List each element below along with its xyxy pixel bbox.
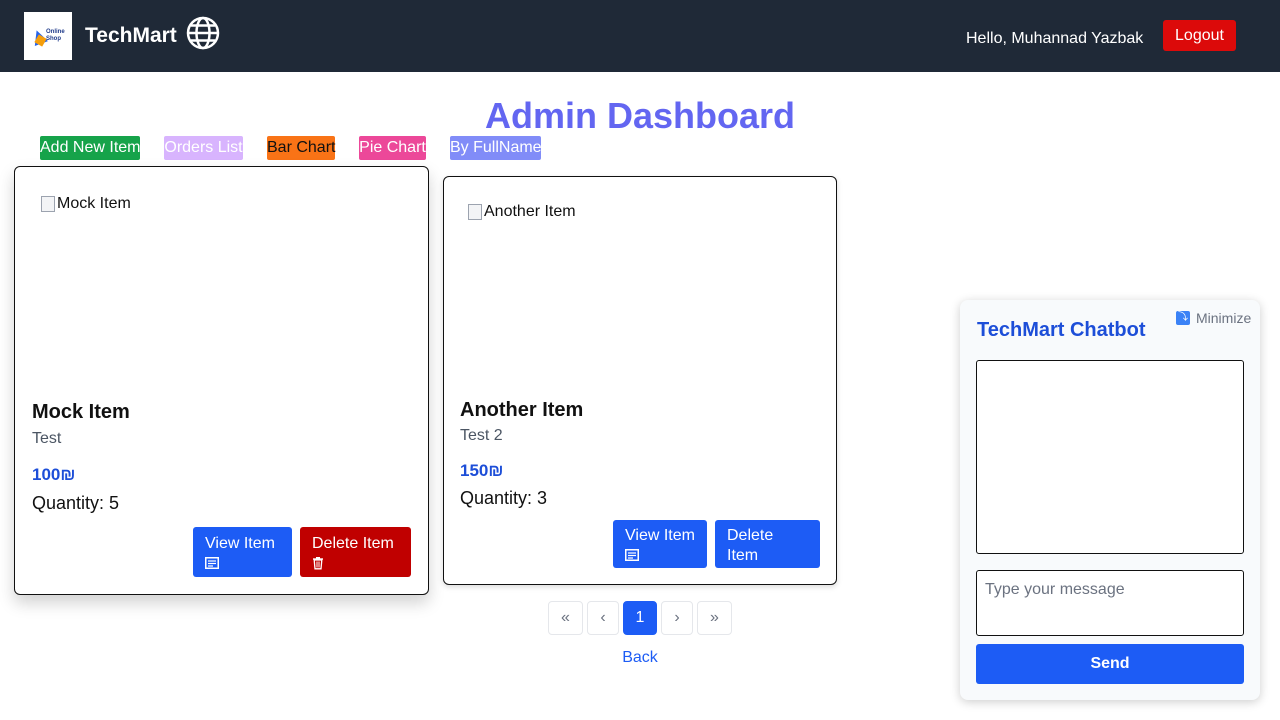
chatbot-panel: ⤵ Minimize TechMart Chatbot Send	[960, 300, 1260, 700]
shop-logo[interactable]: Online Shop	[24, 12, 72, 60]
pagination-next[interactable]: ›	[661, 601, 693, 635]
bar-chart-button[interactable]: Bar Chart	[267, 136, 335, 160]
item-description: Test	[32, 430, 62, 447]
view-item-button[interactable]: View Item	[613, 520, 707, 568]
item-image-alt: Another Item	[484, 203, 576, 220]
chat-message-input[interactable]	[976, 570, 1244, 636]
pie-chart-button[interactable]: Pie Chart	[359, 136, 426, 160]
globe-icon[interactable]	[186, 16, 220, 50]
delete-item-button[interactable]: Delete Item	[300, 527, 411, 577]
item-name: Another Item	[460, 399, 584, 421]
item-image-alt: Mock Item	[57, 195, 131, 212]
item-image: Another Item	[468, 203, 576, 221]
item-price: 100₪	[32, 465, 76, 484]
item-quantity: Quantity: 3	[460, 488, 548, 508]
minimize-icon: ⤵	[1176, 311, 1190, 325]
delete-item-label: Delete Item	[312, 535, 394, 552]
item-card: Another Item Another Item Test 2 150₪ Qu…	[443, 176, 837, 585]
brand-name[interactable]: TechMart	[85, 24, 177, 48]
logout-button[interactable]: Logout	[1163, 20, 1236, 51]
item-name: Mock Item	[32, 401, 130, 423]
broken-image-icon	[41, 196, 55, 212]
broken-image-icon	[468, 204, 482, 220]
view-item-button[interactable]: View Item	[193, 527, 292, 577]
item-price: 150₪	[460, 461, 504, 480]
send-button[interactable]: Send	[976, 644, 1244, 684]
delete-item-button[interactable]: Delete Item	[715, 520, 820, 582]
add-new-item-button[interactable]: Add New Item	[40, 136, 140, 160]
message-icon	[625, 549, 639, 561]
view-item-label: View Item	[625, 527, 695, 544]
trash-icon	[728, 569, 738, 582]
pagination-prev[interactable]: ‹	[587, 601, 619, 635]
page-title: Admin Dashboard	[484, 95, 796, 136]
item-image: Mock Item	[41, 195, 131, 213]
pagination-last[interactable]: »	[697, 601, 732, 635]
message-icon	[205, 557, 219, 569]
minimize-label: Minimize	[1196, 310, 1252, 326]
item-quantity: Quantity: 5	[32, 493, 120, 513]
item-card: Mock Item Mock Item Test 100₪ Quantity: …	[14, 166, 429, 595]
logo-lettering: Online Shop	[46, 29, 65, 42]
orders-list-button[interactable]: Orders List	[164, 136, 243, 160]
item-description: Test 2	[460, 427, 503, 444]
top-navbar: Online Shop TechMart Hello, Muhannad Yazb…	[0, 0, 1280, 72]
by-fullname-button[interactable]: By FullName	[450, 136, 542, 160]
pagination-first[interactable]: «	[548, 601, 583, 635]
chatbot-title: TechMart Chatbot	[977, 319, 1146, 341]
view-item-label: View Item	[205, 535, 275, 552]
chat-messages-area[interactable]	[976, 360, 1244, 554]
trash-icon	[313, 557, 323, 570]
back-link-label[interactable]: Back	[622, 649, 658, 666]
user-greeting: Hello, Muhannad Yazbak	[966, 30, 1144, 47]
delete-item-label: Delete Item	[727, 527, 774, 564]
pagination-page-1[interactable]: 1	[623, 601, 657, 635]
minimize-button[interactable]: ⤵ Minimize	[1176, 310, 1251, 326]
